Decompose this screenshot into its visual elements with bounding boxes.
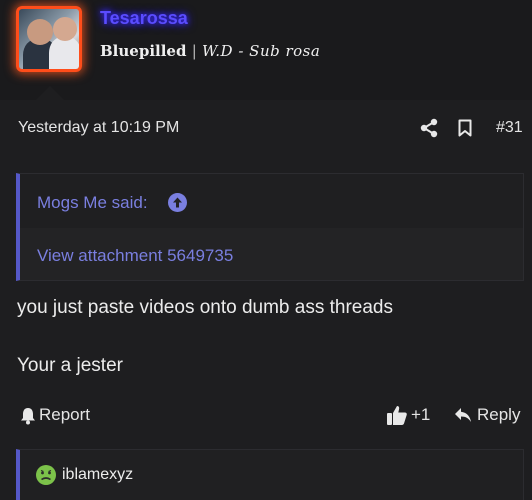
avatar-face bbox=[27, 19, 53, 45]
quote-block: Mogs Me said: View attachment 5649735 bbox=[16, 173, 524, 281]
reaction-username[interactable]: iblamexyz bbox=[62, 466, 133, 484]
user-title: Bluepilled | W.D - Sub rosa bbox=[100, 42, 320, 60]
report-label: Report bbox=[39, 405, 91, 424]
user-title-separator: | bbox=[191, 42, 197, 60]
arrow-up-icon[interactable] bbox=[168, 193, 187, 212]
attachment-link[interactable]: View attachment 5649735 bbox=[37, 246, 233, 266]
message-text: Your a jester bbox=[17, 355, 123, 376]
bookmark-icon[interactable] bbox=[458, 119, 472, 137]
user-title-left: Bluepilled bbox=[100, 42, 187, 60]
reply-arrow-icon bbox=[454, 407, 472, 423]
avatar[interactable] bbox=[16, 6, 82, 72]
nauseated-face-icon bbox=[35, 464, 57, 486]
user-title-signature: W.D - Sub rosa bbox=[201, 42, 321, 60]
reactions-bar[interactable]: iblamexyz bbox=[16, 449, 524, 500]
bell-icon bbox=[20, 407, 36, 425]
message-text: you just paste videos onto dumb ass thre… bbox=[17, 297, 394, 318]
timestamp[interactable]: Yesterday at 10:19 PM bbox=[18, 119, 179, 137]
avatar-face bbox=[53, 17, 77, 41]
user-header: Tesarossa Bluepilled | W.D - Sub rosa bbox=[0, 0, 532, 100]
avatar-figure bbox=[49, 37, 79, 69]
quote-header: Mogs Me said: bbox=[20, 174, 523, 228]
share-icon[interactable] bbox=[420, 118, 438, 138]
quote-author[interactable]: Mogs Me said: bbox=[37, 193, 148, 213]
message-pointer bbox=[36, 86, 64, 100]
like-count: +1 bbox=[411, 405, 431, 424]
post-number[interactable]: #31 bbox=[496, 119, 523, 137]
message-meta: Yesterday at 10:19 PM #31 bbox=[18, 118, 526, 140]
reply-label: Reply bbox=[477, 405, 521, 424]
thumbs-up-icon bbox=[386, 404, 408, 426]
username[interactable]: Tesarossa bbox=[100, 8, 188, 29]
